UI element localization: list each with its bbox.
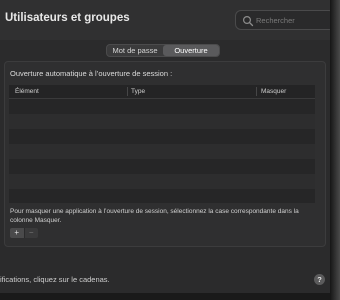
table-row [9,99,315,114]
remove-item-button[interactable]: − [23,228,38,238]
tab-login-items[interactable]: Ouverture [163,45,219,56]
tab-bar: Mot de passe Ouverture [106,44,220,57]
table-header: Élément Type Masquer [9,85,315,99]
background-window-edge [0,293,330,300]
table-row [9,174,315,189]
title-bar: Utilisateurs et groupes [0,0,330,40]
search-field[interactable] [235,10,330,30]
add-remove-buttons: + − [10,228,38,238]
column-divider [127,87,128,96]
column-header-hide[interactable]: Masquer [261,88,286,95]
hint-text: Pour masquer une application à l’ouvertu… [10,208,299,224]
table-row [9,114,315,129]
table-row [9,189,315,203]
table-row [9,129,315,144]
table-row [9,159,315,174]
background-window-strip [330,0,340,300]
tab-password[interactable]: Mot de passe [107,45,163,56]
login-items-table[interactable]: Élément Type Masquer [9,85,315,203]
column-header-item[interactable]: Élément [15,88,39,95]
search-input[interactable] [256,13,330,27]
add-item-button[interactable]: + [10,228,24,238]
table-row [9,144,315,159]
help-button[interactable]: ? [314,274,325,285]
search-icon [242,14,254,27]
preferences-window: Utilisateurs et groupes Mot de passe Ouv… [0,0,330,300]
column-header-type[interactable]: Type [131,88,145,95]
window-title: Utilisateurs et groupes [5,12,130,24]
background-shadow [330,0,340,300]
section-heading: Ouverture automatique à l’ouverture de s… [10,69,173,78]
column-divider [256,87,257,96]
lock-hint-text: ifications, cliquez sur le cadenas. [0,275,110,284]
